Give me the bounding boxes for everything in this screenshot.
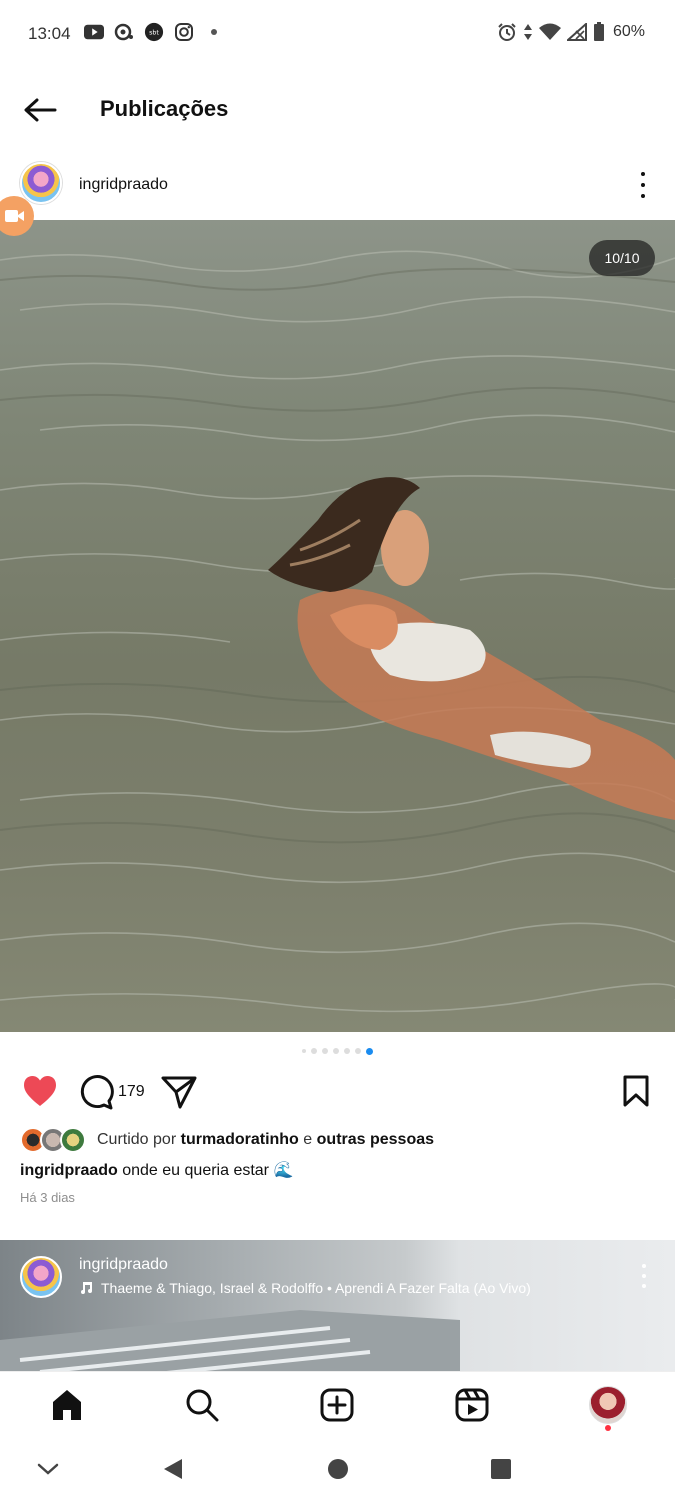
sbt-icon: sbt bbox=[144, 22, 164, 42]
nav-home[interactable] bbox=[48, 1386, 86, 1424]
search-icon bbox=[186, 1389, 219, 1422]
status-time: 13:04 bbox=[28, 24, 71, 43]
data-arrows-icon bbox=[523, 22, 533, 42]
swimmer-photo bbox=[0, 250, 675, 1013]
stairs-photo bbox=[0, 1310, 460, 1371]
carousel-dot bbox=[322, 1048, 328, 1054]
nav-search[interactable] bbox=[183, 1386, 221, 1424]
bookmark-icon bbox=[623, 1075, 649, 1107]
carousel-dot-active bbox=[366, 1047, 373, 1055]
arrow-left-icon bbox=[24, 98, 57, 122]
system-back-button[interactable] bbox=[159, 1455, 187, 1483]
share-button[interactable] bbox=[160, 1074, 198, 1110]
more-options-button[interactable] bbox=[633, 172, 653, 198]
system-status-icons: 60% bbox=[497, 22, 645, 42]
wifi-icon bbox=[538, 22, 561, 42]
nav-collapse-button[interactable] bbox=[34, 1455, 62, 1483]
alarm-icon bbox=[497, 22, 517, 42]
podcast-icon bbox=[114, 22, 134, 42]
liker-avatar bbox=[60, 1127, 86, 1153]
video-camera-icon bbox=[5, 210, 24, 222]
create-icon bbox=[320, 1388, 354, 1422]
circle-home-icon bbox=[328, 1459, 348, 1479]
post-image[interactable]: 10/10 bbox=[0, 220, 675, 1032]
signal-icon bbox=[566, 22, 587, 42]
square-recents-icon bbox=[491, 1459, 511, 1479]
dot-icon bbox=[204, 22, 224, 42]
avatar[interactable] bbox=[20, 1256, 62, 1298]
post-header: ingridpraado bbox=[0, 154, 675, 220]
nav-create[interactable] bbox=[318, 1386, 356, 1424]
likes-summary[interactable]: Curtido por turmadoratinho e outras pess… bbox=[20, 1126, 434, 1154]
save-button[interactable] bbox=[621, 1074, 651, 1108]
system-recents-button[interactable] bbox=[487, 1455, 515, 1483]
carousel-dot bbox=[311, 1048, 317, 1054]
comment-icon bbox=[80, 1075, 114, 1110]
youtube-icon bbox=[84, 22, 104, 42]
chevron-down-icon bbox=[37, 1463, 59, 1475]
likes-text: Curtido por turmadoratinho e outras pess… bbox=[97, 1131, 434, 1149]
likes-others[interactable]: outras pessoas bbox=[317, 1131, 434, 1148]
battery-level: 60% bbox=[612, 23, 645, 40]
heart-filled-icon bbox=[24, 1076, 56, 1106]
comment-count[interactable]: 179 bbox=[118, 1083, 145, 1101]
page-title: Publicações bbox=[100, 96, 229, 121]
more-dot-icon bbox=[642, 1264, 646, 1268]
status-bar: 13:04 sbt 60% bbox=[0, 0, 675, 66]
likes-prefix: Curtido por bbox=[97, 1131, 177, 1148]
more-dot-icon bbox=[641, 194, 645, 198]
post-timestamp: Há 3 dias bbox=[20, 1190, 75, 1205]
nav-reels[interactable] bbox=[453, 1386, 491, 1424]
instagram-icon bbox=[174, 22, 194, 42]
carousel-dot bbox=[302, 1049, 306, 1053]
comment-button[interactable] bbox=[78, 1074, 114, 1110]
system-navigation-bar bbox=[0, 1437, 675, 1500]
notification-icons: sbt bbox=[84, 22, 224, 42]
notification-dot bbox=[605, 1425, 611, 1431]
next-post-username[interactable]: ingridpraado bbox=[79, 1256, 168, 1274]
post-username[interactable]: ingridpraado bbox=[79, 176, 168, 194]
more-dot-icon bbox=[641, 183, 645, 187]
next-post-preview[interactable]: ingridpraado Thaeme & Thiago, Israel & R… bbox=[0, 1240, 675, 1371]
caption-text: onde eu queria estar 🌊 bbox=[122, 1162, 294, 1179]
carousel-dot bbox=[355, 1048, 361, 1054]
caption-username[interactable]: ingridpraado bbox=[20, 1162, 118, 1179]
post-caption: ingridpraado onde eu queria estar 🌊 bbox=[20, 1160, 293, 1180]
more-dot-icon bbox=[642, 1274, 646, 1278]
top-app-bar: Publicações bbox=[0, 66, 675, 154]
more-dot-icon bbox=[642, 1284, 646, 1288]
nav-profile[interactable] bbox=[589, 1386, 627, 1431]
likes-user[interactable]: turmadoratinho bbox=[181, 1131, 299, 1148]
music-note-icon bbox=[81, 1282, 92, 1294]
next-post-music[interactable]: Thaeme & Thiago, Israel & Rodolffo • Apr… bbox=[79, 1280, 531, 1296]
like-button[interactable] bbox=[22, 1074, 58, 1108]
more-dot-icon bbox=[641, 172, 645, 176]
home-icon bbox=[53, 1390, 81, 1420]
post-actions: 179 bbox=[0, 1070, 675, 1114]
music-label: Thaeme & Thiago, Israel & Rodolffo • Apr… bbox=[101, 1280, 531, 1296]
carousel-dot bbox=[333, 1048, 339, 1054]
avatar[interactable] bbox=[20, 162, 62, 204]
likes-joiner: e bbox=[303, 1131, 313, 1148]
carousel-counter: 10/10 bbox=[589, 240, 655, 276]
battery-icon bbox=[593, 22, 605, 42]
profile-avatar bbox=[589, 1386, 627, 1424]
system-home-button[interactable] bbox=[324, 1455, 352, 1483]
carousel-indicator bbox=[0, 1047, 675, 1055]
next-more-options-button[interactable] bbox=[641, 1264, 647, 1288]
paper-plane-icon bbox=[161, 1076, 197, 1109]
svg-text:sbt: sbt bbox=[149, 30, 159, 37]
triangle-back-icon bbox=[164, 1459, 182, 1479]
back-button[interactable] bbox=[20, 90, 60, 130]
bottom-navigation bbox=[0, 1371, 675, 1437]
reels-icon bbox=[455, 1388, 489, 1422]
carousel-dot bbox=[344, 1048, 350, 1054]
liker-avatars bbox=[20, 1126, 90, 1154]
